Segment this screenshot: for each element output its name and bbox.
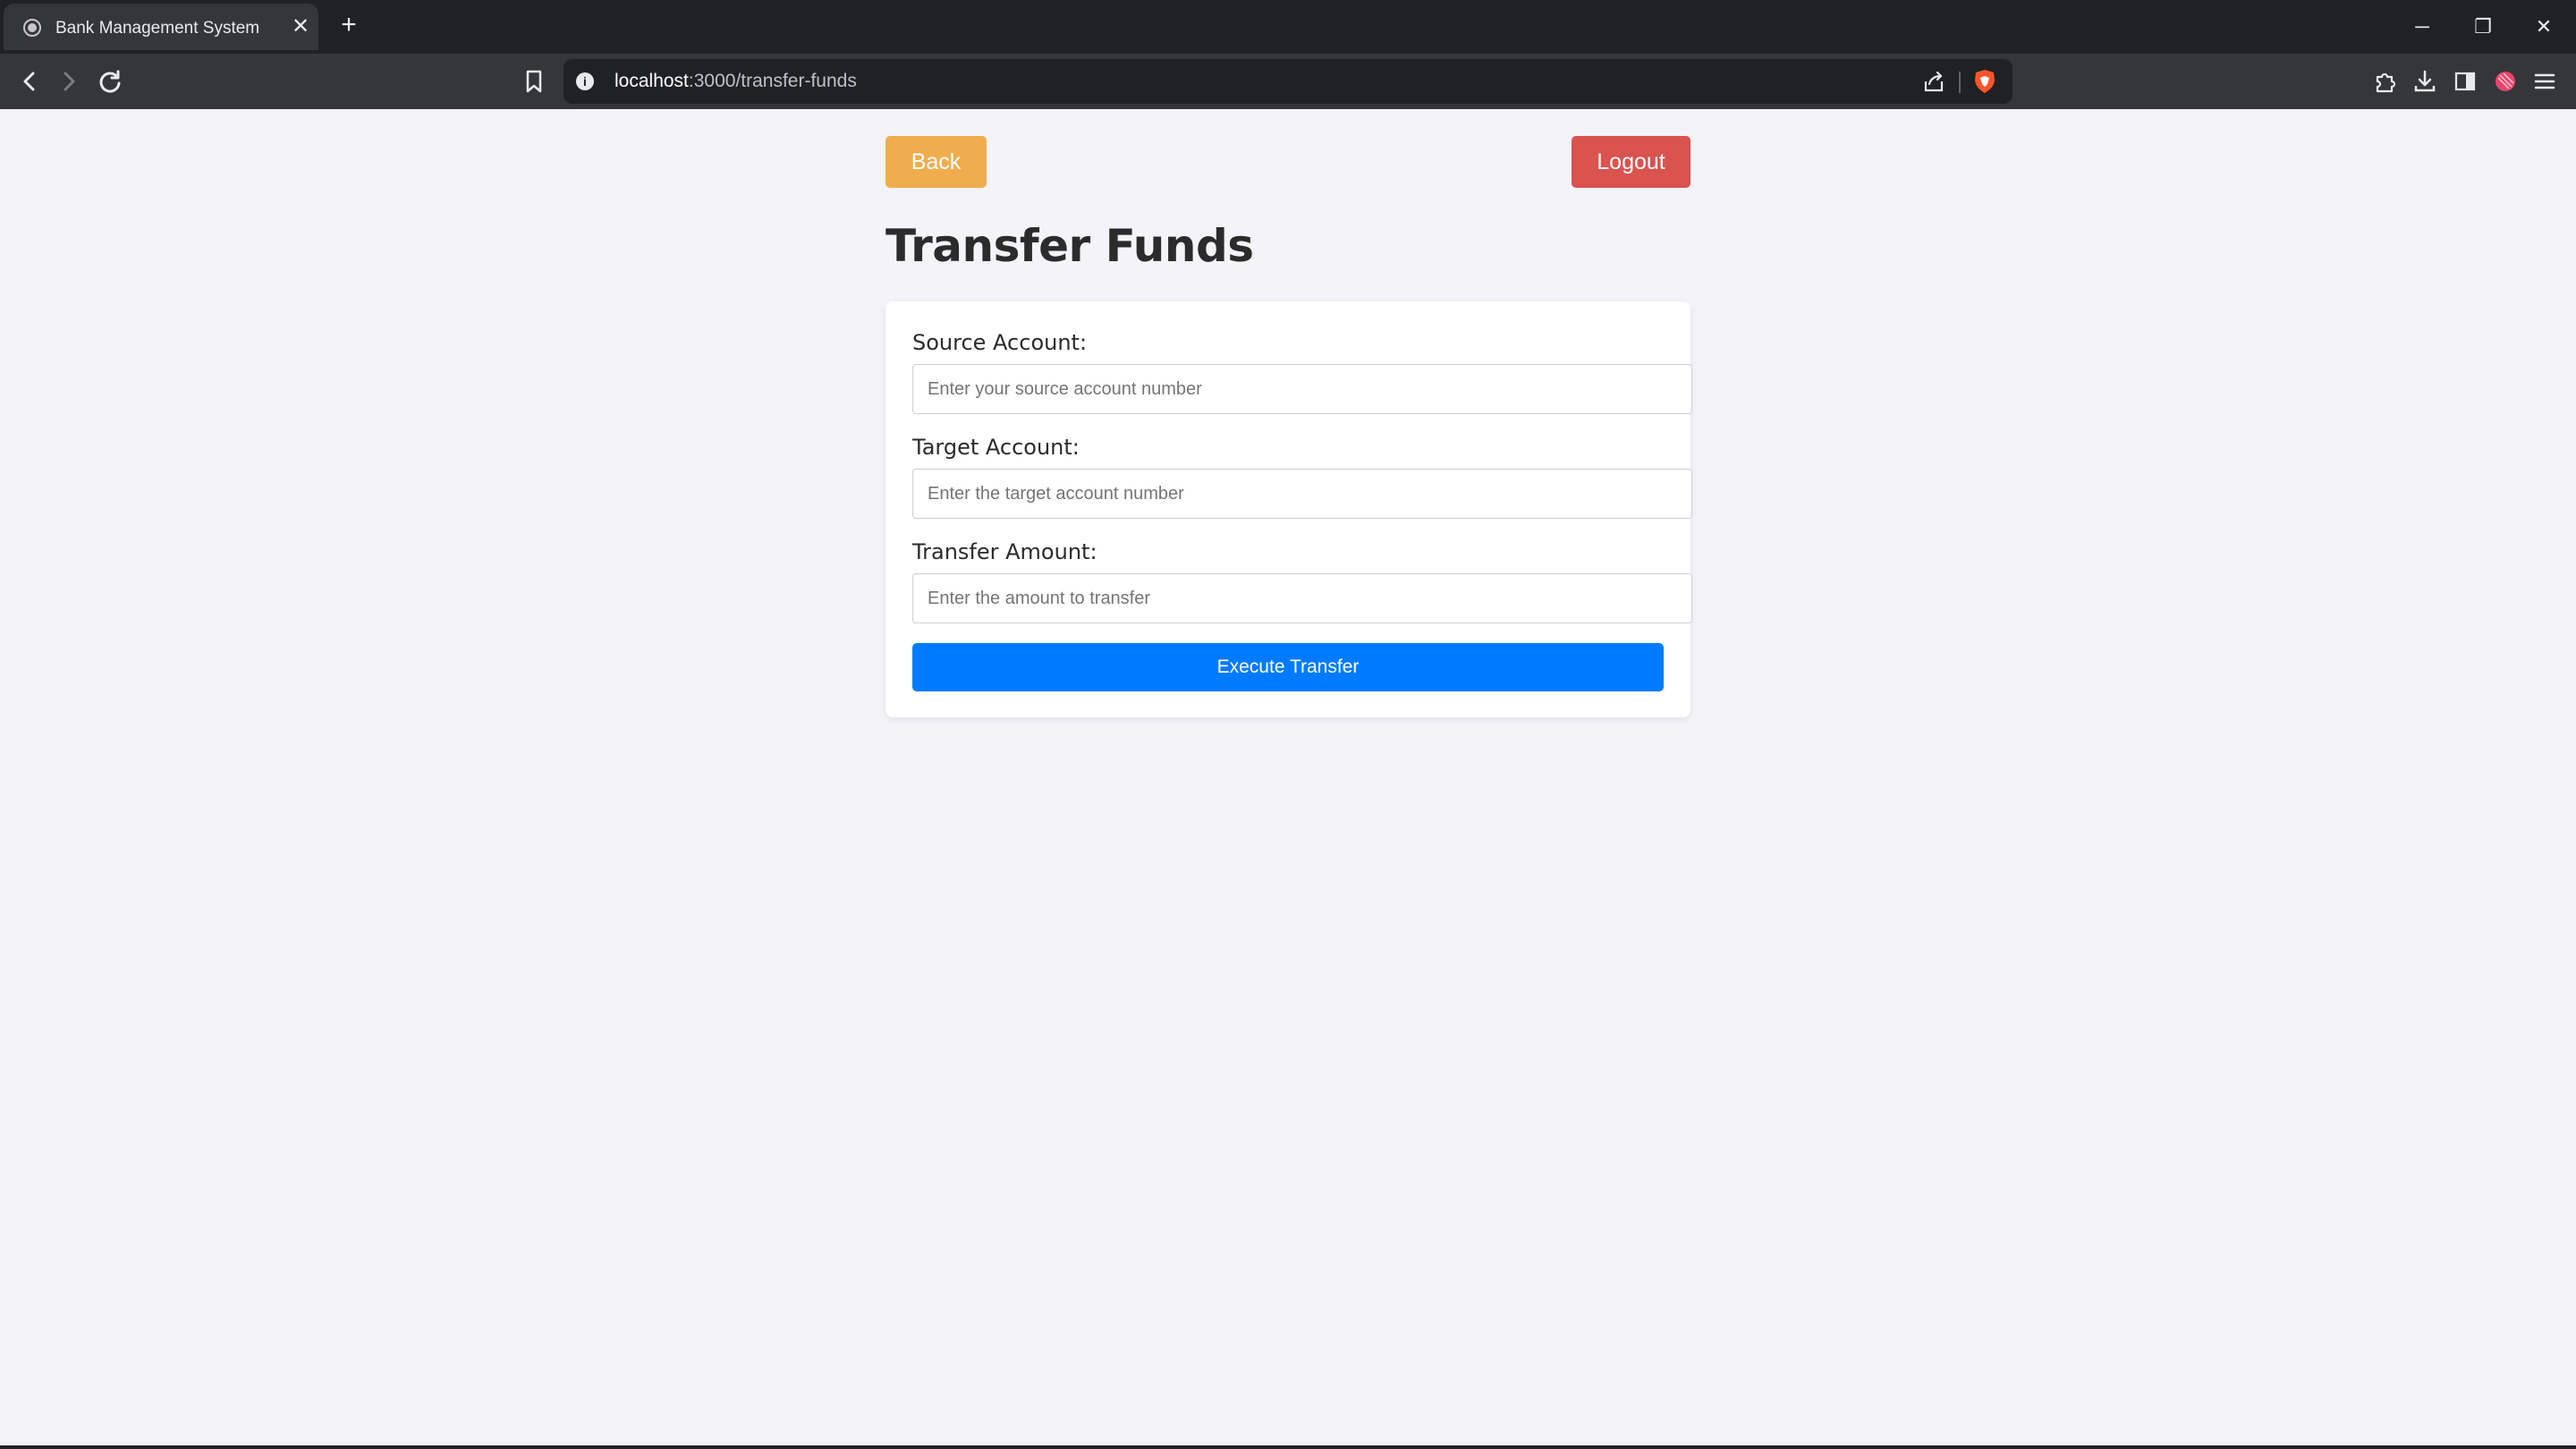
page-content: Back Logout Transfer Funds Source Accoun… [0, 109, 2576, 1449]
source-account-input[interactable] [912, 364, 1692, 414]
brave-shield-icon[interactable] [1971, 68, 1998, 95]
minimize-icon[interactable]: ─ [2404, 9, 2440, 45]
transfer-amount-input[interactable] [912, 573, 1692, 623]
window-bottom-border [0, 1445, 2576, 1449]
tab-close-icon[interactable]: ✕ [288, 14, 313, 39]
new-tab-icon[interactable]: + [335, 11, 363, 39]
browser-tab[interactable]: Bank Management System ✕ [4, 4, 318, 50]
back-button[interactable]: Back [886, 136, 987, 188]
browser-tab-bar: Bank Management System ✕ + ─ ❐ ✕ [0, 0, 2576, 54]
target-account-input[interactable] [912, 469, 1692, 519]
omnibox-divider [1959, 72, 1961, 93]
share-icon[interactable] [1921, 70, 1946, 95]
sidebar-icon[interactable] [2450, 66, 2480, 97]
transfer-form: Source Account: Target Account: Transfer… [886, 301, 1692, 717]
source-account-label: Source Account: [912, 330, 1088, 355]
back-icon[interactable] [14, 66, 45, 97]
restore-icon[interactable]: ❐ [2465, 9, 2501, 45]
extensions-icon[interactable] [2370, 66, 2401, 97]
reload-icon[interactable] [95, 66, 125, 97]
target-account-label: Target Account: [912, 435, 1080, 460]
browser-toolbar: i localhost:3000/transfer-funds [0, 54, 2576, 109]
site-info-icon[interactable]: i [576, 72, 594, 90]
bookmark-icon[interactable] [519, 66, 549, 97]
address-bar[interactable]: i localhost:3000/transfer-funds [564, 59, 2012, 104]
execute-transfer-button[interactable]: Execute Transfer [912, 643, 1664, 691]
page-title: Transfer Funds [886, 220, 1254, 272]
forward-icon[interactable] [54, 66, 84, 97]
transfer-amount-label: Transfer Amount: [912, 539, 1097, 564]
window-close-icon[interactable]: ✕ [2526, 9, 2562, 45]
globe-icon [23, 19, 41, 37]
menu-icon[interactable] [2529, 66, 2560, 97]
download-icon[interactable] [2410, 66, 2440, 97]
logout-button[interactable]: Logout [1572, 136, 1690, 188]
tab-title: Bank Management System [55, 19, 260, 38]
rewards-icon[interactable] [2490, 66, 2521, 97]
url-text[interactable]: localhost:3000/transfer-funds [614, 71, 857, 92]
